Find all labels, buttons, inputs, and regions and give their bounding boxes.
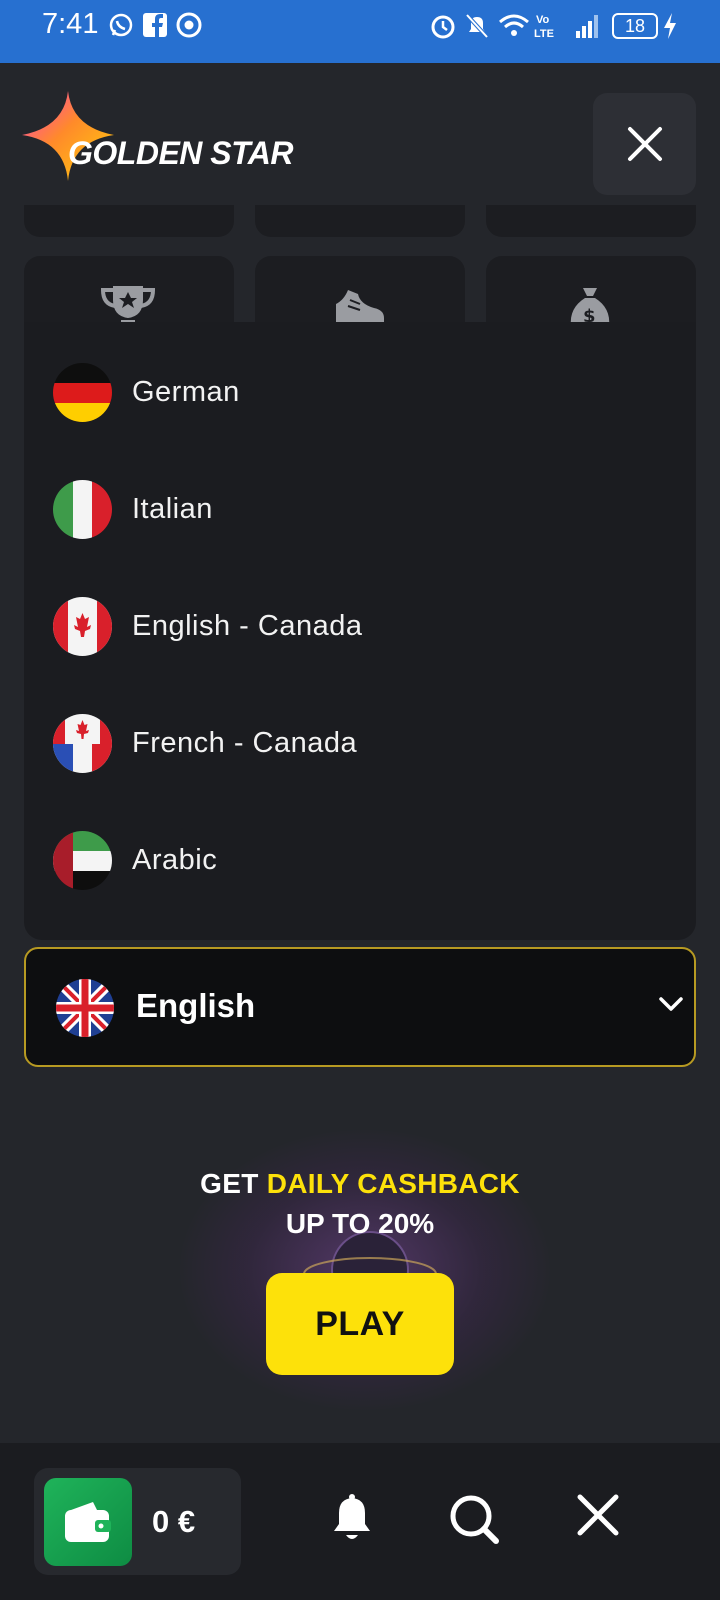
selected-language-label: English	[136, 987, 256, 1024]
flag-uae-icon	[53, 830, 112, 890]
facebook-icon	[143, 13, 167, 37]
flag-canada-icon	[53, 596, 112, 656]
flag-germany-icon	[53, 362, 112, 422]
language-label: German	[132, 375, 240, 408]
menu-card-partial[interactable]	[486, 205, 696, 237]
bottom-navigation: 0 €	[0, 1443, 720, 1600]
language-select[interactable]: English	[24, 947, 696, 1067]
sneaker-icon	[336, 290, 384, 324]
promo-subheadline: UP TO 20%	[285, 1208, 435, 1239]
promo-headline-prefix: GET	[200, 1168, 267, 1199]
close-icon	[627, 127, 662, 161]
battery-icon: 18	[612, 13, 658, 39]
language-option-english-canada[interactable]: English - Canada	[24, 572, 696, 680]
wallet-icon	[44, 1478, 132, 1566]
battery-level: 18	[624, 16, 646, 36]
flag-uk-icon	[56, 979, 114, 1037]
money-bag-icon: $	[570, 288, 610, 326]
search-icon[interactable]	[448, 1493, 500, 1545]
alarm-icon	[431, 15, 455, 39]
language-label: Italian	[132, 492, 213, 525]
wallet-balance-button[interactable]: 0 €	[34, 1468, 241, 1575]
promo-headline: GET DAILY CASHBACK	[0, 1168, 720, 1200]
header: GOLDEN STAR	[0, 63, 720, 223]
chrome-icon	[176, 12, 202, 38]
language-dropdown-list: German Italian English - Canada French -…	[24, 322, 696, 940]
language-label: English - Canada	[132, 609, 363, 642]
volte-icon: Vo LTE	[534, 14, 554, 40]
charging-icon	[664, 13, 676, 39]
menu-card-partial[interactable]	[24, 205, 234, 237]
bell-off-icon	[465, 13, 489, 39]
language-label: Arabic	[132, 843, 218, 876]
language-option-french-canada[interactable]: French - Canada	[24, 689, 696, 797]
svg-text:Vo: Vo	[536, 14, 550, 26]
wifi-icon	[499, 14, 529, 36]
close-menu-button[interactable]	[593, 93, 696, 195]
play-button[interactable]: PLAY	[266, 1273, 454, 1375]
promo-headline-highlight: DAILY CASHBACK	[266, 1168, 520, 1199]
status-time: 7:41	[42, 8, 99, 40]
whatsapp-icon	[109, 13, 133, 37]
chevron-down-icon	[659, 997, 683, 1011]
balance-amount: 0 €	[152, 1504, 196, 1539]
bell-icon[interactable]	[330, 1493, 374, 1543]
language-option-arabic[interactable]: Arabic	[24, 806, 696, 914]
flag-italy-icon	[53, 479, 112, 539]
language-label: French - Canada	[132, 726, 358, 759]
menu-card-partial[interactable]	[255, 205, 465, 237]
svg-text:LTE: LTE	[534, 28, 554, 40]
logo-text: GOLDEN STAR	[68, 135, 294, 171]
status-bar: 7:41 Vo LTE 18	[0, 0, 720, 63]
language-option-italian[interactable]: Italian	[24, 455, 696, 563]
flag-french-canada-icon	[53, 713, 112, 773]
close-icon[interactable]	[576, 1493, 620, 1537]
signal-icon	[576, 15, 598, 38]
trophy-icon	[100, 286, 156, 326]
language-option-german[interactable]: German	[24, 338, 696, 446]
